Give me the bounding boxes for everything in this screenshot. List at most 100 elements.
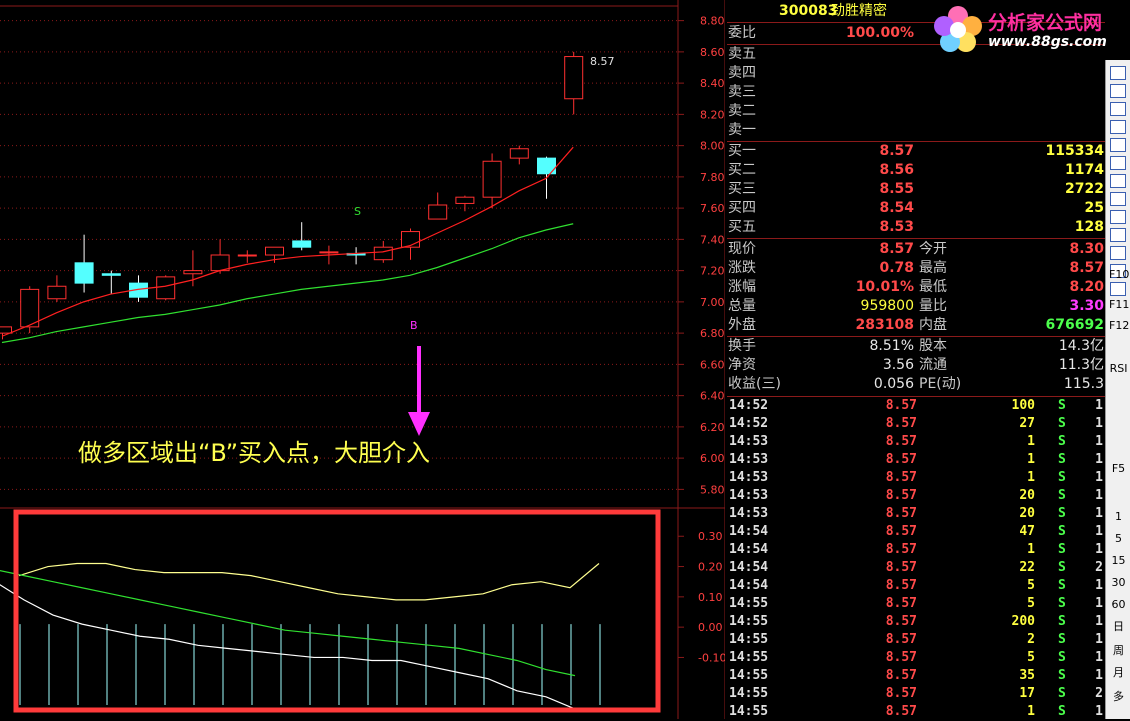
toolbar-tool-icon[interactable] xyxy=(1110,138,1126,152)
toolbar-button[interactable]: 多 xyxy=(1109,688,1128,705)
toolbar-tool-icon[interactable] xyxy=(1110,210,1126,224)
tick-price: 8.57 xyxy=(885,632,917,647)
candle[interactable] xyxy=(156,275,176,301)
toolbar-tool-icon[interactable] xyxy=(1110,174,1126,188)
stat-label: 今开 xyxy=(919,241,947,257)
tick-price: 8.57 xyxy=(885,470,917,485)
stat-label: 量比 xyxy=(919,298,947,314)
tick-row[interactable]: 14:55 8.57 17 S 2 xyxy=(727,685,1105,703)
fin-label: 收益(三) xyxy=(728,376,781,392)
tick-row[interactable]: 14:54 8.57 22 S 2 xyxy=(727,559,1105,577)
highlight-box xyxy=(13,509,661,713)
kline-chart[interactable]: 0.300.200.100.00-0.10 8.808.608.408.208.… xyxy=(0,0,725,719)
tick-row[interactable]: 14:55 8.57 5 S 1 xyxy=(727,649,1105,667)
tick-side: S xyxy=(1058,614,1066,629)
toolbar-button[interactable]: 30 xyxy=(1109,574,1128,591)
tick-row[interactable]: 14:55 8.57 2 S 1 xyxy=(727,631,1105,649)
candle[interactable] xyxy=(20,286,40,334)
tick-row[interactable]: 14:53 8.57 20 S 1 xyxy=(727,505,1105,523)
toolbar-button[interactable]: 5 xyxy=(1109,530,1128,547)
tick-row[interactable]: 14:55 8.57 1 S 1 xyxy=(727,703,1105,721)
sell-level-label: 卖一 xyxy=(728,122,756,138)
candle[interactable] xyxy=(292,222,312,251)
toolbar-button[interactable]: 日 xyxy=(1109,618,1128,635)
toolbar-button[interactable]: F12 xyxy=(1109,317,1129,334)
tick-row[interactable]: 14:53 8.57 1 S 1 xyxy=(727,433,1105,451)
tick-row[interactable]: 14:55 8.57 5 S 1 xyxy=(727,595,1105,613)
tick-volume: 17 xyxy=(1019,686,1035,701)
tick-row[interactable]: 14:53 8.57 20 S 1 xyxy=(727,487,1105,505)
tick-side: S xyxy=(1058,560,1066,575)
tick-volume: 27 xyxy=(1019,416,1035,431)
tick-row[interactable]: 14:54 8.57 47 S 1 xyxy=(727,523,1105,541)
indicator-panel[interactable]: 0.30 0.20 0.10 0.00 -0.10 xyxy=(0,530,725,710)
tick-count: 1 xyxy=(1095,704,1103,719)
tick-row[interactable]: 14:55 8.57 200 S 1 xyxy=(727,613,1105,631)
stat-value: 676692 xyxy=(1045,317,1104,333)
tick-row[interactable]: 14:54 8.57 5 S 1 xyxy=(727,577,1105,595)
toolbar-button[interactable]: F10 xyxy=(1109,266,1129,283)
tick-row[interactable]: 14:52 8.57 27 S 1 xyxy=(727,415,1105,433)
candle[interactable] xyxy=(101,270,121,295)
toolbar-tool-icon[interactable] xyxy=(1110,192,1126,206)
tick-row[interactable]: 14:53 8.57 1 S 1 xyxy=(727,451,1105,469)
tick-side: S xyxy=(1058,398,1066,413)
tick-price: 8.57 xyxy=(885,416,917,431)
candle[interactable] xyxy=(74,234,94,293)
tick-price: 8.57 xyxy=(885,452,917,467)
toolbar-tool-icon[interactable] xyxy=(1110,120,1126,134)
tick-row[interactable]: 14:52 8.57 100 S 1 xyxy=(727,397,1105,415)
buy-level-price: 8.55 xyxy=(879,181,914,197)
sell-level-label: 卖五 xyxy=(728,46,756,62)
sell-level-label: 卖二 xyxy=(728,103,756,119)
stat-value: 283108 xyxy=(855,317,914,333)
candle[interactable] xyxy=(47,275,67,302)
candle[interactable] xyxy=(237,250,257,263)
tick-price: 8.57 xyxy=(885,524,917,539)
toolbar-tool-icon[interactable] xyxy=(1110,282,1126,296)
candle[interactable] xyxy=(564,51,584,115)
stat-row: 外盘 283108 内盘 676692 xyxy=(727,316,1105,335)
fin-row: 收益(三) 0.056 PE(动) 115.3 xyxy=(727,375,1105,394)
toolbar-button[interactable]: F11 xyxy=(1109,296,1129,313)
stat-label: 涨幅 xyxy=(728,279,756,295)
toolbar-tool-icon[interactable] xyxy=(1110,102,1126,116)
chart-grid xyxy=(0,0,725,719)
tick-price: 8.57 xyxy=(885,668,917,683)
tick-volume: 200 xyxy=(1011,614,1035,629)
tick-row[interactable]: 14:53 8.57 1 S 1 xyxy=(727,469,1105,487)
indicator-tick-label: 0.10 xyxy=(698,591,723,604)
toolbar-button[interactable]: 60 xyxy=(1109,596,1128,613)
sell-marker: S xyxy=(354,205,361,218)
candle[interactable] xyxy=(346,247,366,265)
toolbar-tool-icon[interactable] xyxy=(1110,66,1126,80)
candle[interactable] xyxy=(482,153,502,209)
tick-row[interactable]: 14:55 8.57 35 S 1 xyxy=(727,667,1105,685)
toolbar-button[interactable]: 月 xyxy=(1109,664,1128,681)
fin-value: 3.56 xyxy=(882,357,914,373)
sell-level-label: 卖四 xyxy=(728,65,756,81)
toolbar-button[interactable]: RSI xyxy=(1109,360,1128,377)
toolbar-button[interactable]: 周 xyxy=(1109,642,1128,659)
toolbar-tool-icon[interactable] xyxy=(1110,156,1126,170)
price-tick-label: 8.00 xyxy=(700,140,725,153)
indicator-tick-label: -0.10 xyxy=(698,651,725,664)
tick-time: 14:54 xyxy=(729,524,769,539)
toolbar-button[interactable]: F5 xyxy=(1109,460,1128,477)
price-tick-label: 7.60 xyxy=(700,202,725,215)
toolbar-tool-icon[interactable] xyxy=(1110,84,1126,98)
toolbar-tool-icon[interactable] xyxy=(1110,246,1126,260)
toolbar-button[interactable]: 15 xyxy=(1109,552,1128,569)
buy-level-volume: 2722 xyxy=(1065,181,1104,197)
stat-label: 总量 xyxy=(728,298,756,314)
tick-row[interactable]: 14:54 8.57 1 S 1 xyxy=(727,541,1105,559)
candle[interactable] xyxy=(509,145,529,165)
candle[interactable] xyxy=(401,228,420,260)
candle[interactable] xyxy=(455,195,475,212)
candle[interactable] xyxy=(428,192,448,220)
toolbar-button[interactable]: 1 xyxy=(1109,508,1128,525)
tick-count: 1 xyxy=(1095,452,1103,467)
indicator-tick-label: 0.20 xyxy=(698,561,723,574)
toolbar-tool-icon[interactable] xyxy=(1110,228,1126,242)
candlesticks[interactable] xyxy=(0,51,584,340)
